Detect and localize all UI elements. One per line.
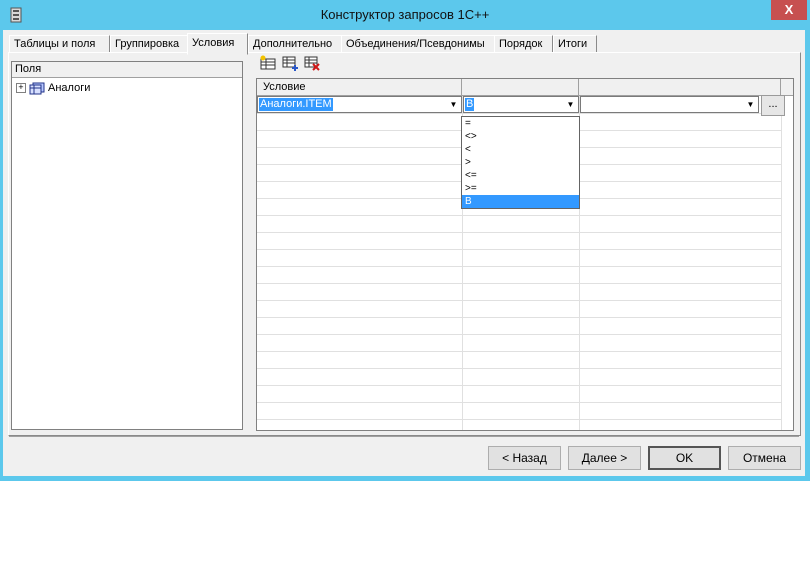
value-combo[interactable]: ▼	[580, 96, 759, 113]
ok-button[interactable]: OK	[648, 446, 721, 470]
insert-row-icon[interactable]	[281, 55, 299, 71]
tab-totals[interactable]: Итоги	[553, 35, 597, 53]
grid-row-line	[257, 402, 781, 403]
back-button[interactable]: < Назад	[488, 446, 561, 470]
chevron-down-icon[interactable]: ▼	[447, 98, 460, 111]
title-bar[interactable]: Конструктор запросов 1С++ X	[0, 0, 810, 30]
grid-row-line	[257, 113, 781, 114]
grid-row-line	[257, 317, 781, 318]
chevron-down-icon[interactable]: ▼	[564, 98, 577, 111]
grid-row-line	[257, 249, 781, 250]
grid-row-line	[257, 334, 781, 335]
operator-dropdown-list[interactable]: = <> < > <= >= В	[461, 116, 580, 209]
operator-option-gt[interactable]: >	[462, 156, 579, 169]
chevron-down-icon[interactable]: ▼	[744, 98, 757, 111]
next-button[interactable]: Далее >	[568, 446, 641, 470]
column-header-condition[interactable]: Условие	[257, 79, 462, 95]
grid-row-line	[257, 300, 781, 301]
table-icon	[29, 82, 45, 94]
value-ellipsis-button[interactable]: ...	[761, 95, 785, 116]
tab-unions-aliases[interactable]: Объединения/Псевдонимы	[341, 35, 495, 53]
condition-field-combo[interactable]: Аналоги.ITEM ▼	[257, 96, 462, 113]
tree-node-label: Аналоги	[48, 82, 91, 94]
delete-row-icon[interactable]	[303, 55, 321, 71]
tab-grouping[interactable]: Группировка	[110, 35, 190, 53]
grid-row-line	[257, 232, 781, 233]
footer-separator	[9, 436, 799, 437]
operator-option-ge[interactable]: >=	[462, 182, 579, 195]
operator-combo[interactable]: В ▼	[463, 96, 579, 113]
fields-tree-pane[interactable]: Поля + Аналоги	[11, 61, 243, 430]
grid-row-line	[257, 351, 781, 352]
query-builder-window: Конструктор запросов 1С++ X Таблицы и по…	[0, 0, 810, 481]
cancel-button[interactable]: Отмена	[728, 446, 801, 470]
grid-row-line	[257, 385, 781, 386]
tab-tables-and-fields[interactable]: Таблицы и поля	[9, 35, 110, 53]
grid-row-line	[257, 368, 781, 369]
grid-row-line	[257, 419, 781, 420]
conditions-toolbar	[259, 55, 321, 73]
operator-value: В	[465, 98, 475, 111]
tab-additional[interactable]: Дополнительно	[248, 35, 342, 53]
grid-row-line	[257, 215, 781, 216]
close-button[interactable]: X	[771, 0, 807, 20]
tab-order[interactable]: Порядок	[494, 35, 553, 53]
window-title: Конструктор запросов 1С++	[320, 7, 490, 22]
operator-option-lt[interactable]: <	[462, 143, 579, 156]
tab-conditions[interactable]: Условия	[187, 33, 248, 55]
condition-field-value: Аналоги.ITEM	[259, 98, 333, 111]
operator-option-in[interactable]: В	[462, 195, 579, 208]
add-row-icon[interactable]	[259, 55, 277, 71]
grid-header: Условие	[257, 79, 793, 96]
operator-option-eq[interactable]: =	[462, 117, 579, 130]
grid-row-line	[257, 283, 781, 284]
tree-node-analogs[interactable]: + Аналоги	[16, 81, 90, 95]
fields-header: Поля	[12, 62, 242, 78]
column-header-operator[interactable]	[462, 79, 579, 95]
operator-option-le[interactable]: <=	[462, 169, 579, 182]
grid-row-line	[257, 266, 781, 267]
expand-plus-icon[interactable]: +	[16, 83, 26, 93]
column-header-value[interactable]	[579, 79, 781, 95]
value-value	[582, 98, 584, 111]
operator-option-ne[interactable]: <>	[462, 130, 579, 143]
